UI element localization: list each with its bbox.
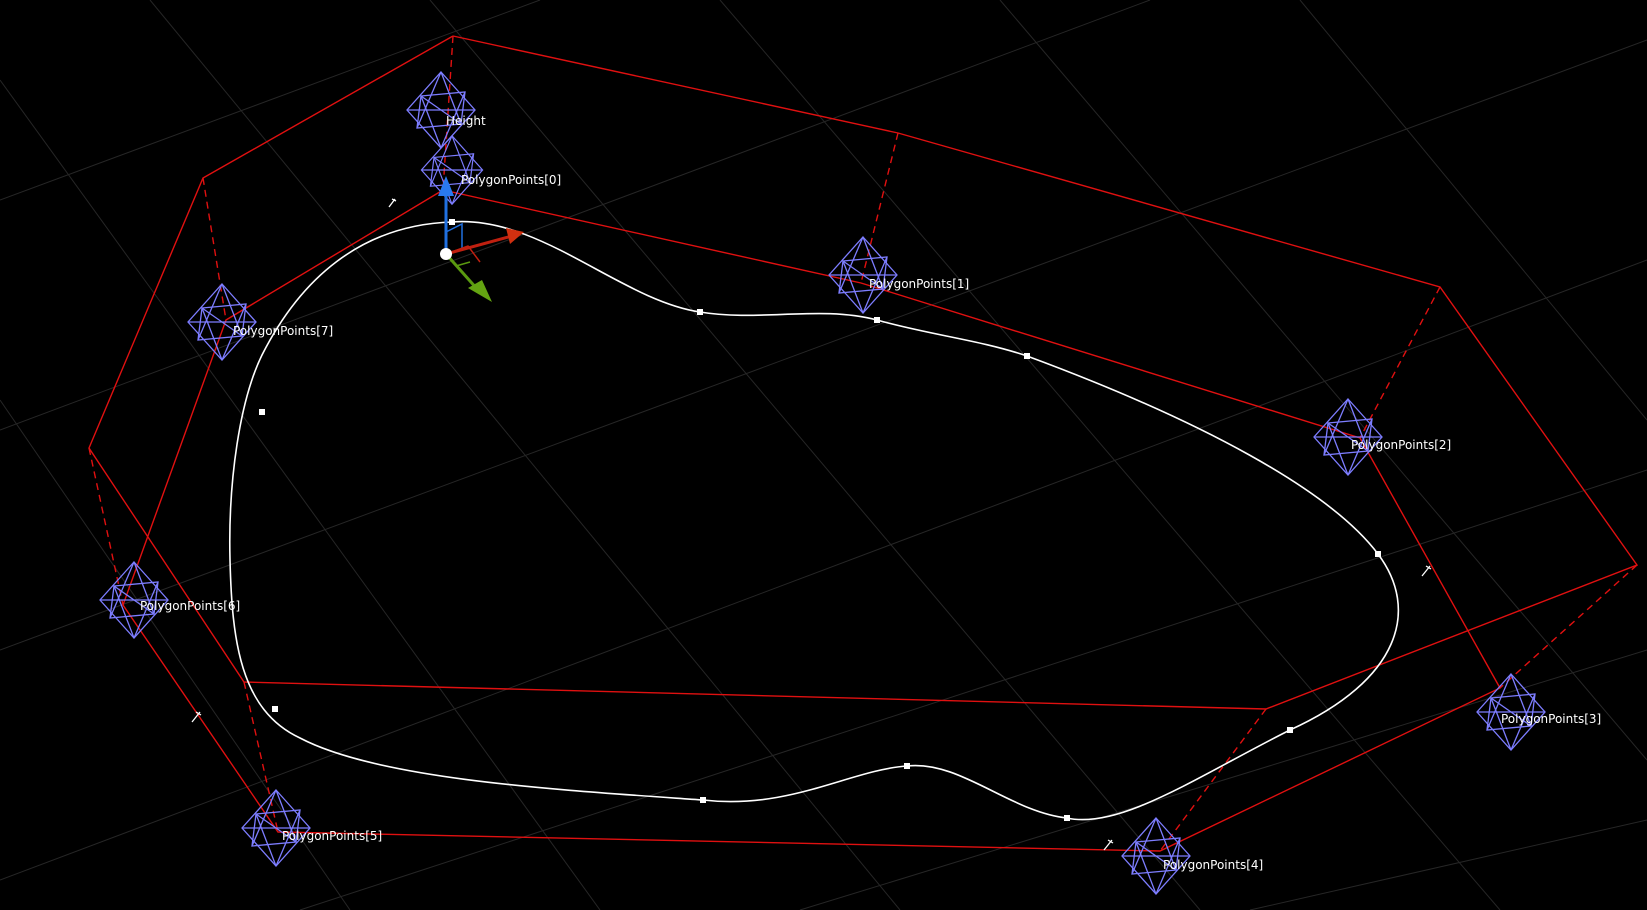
handle-polygon-point-4-label: PolygonPoints[4]	[1163, 858, 1263, 872]
spline-point[interactable]	[259, 409, 265, 415]
spline-point[interactable]	[449, 219, 455, 225]
handle-polygon-point-1-label: PolygonPoints[1]	[869, 277, 969, 291]
pin-icon	[1103, 839, 1114, 851]
handle-polygon-point-7[interactable]: PolygonPoints[7]	[187, 283, 333, 361]
spline-point[interactable]	[700, 797, 706, 803]
handle-polygon-point-2[interactable]: PolygonPoints[2]	[1313, 398, 1451, 476]
handle-height[interactable]: Height	[406, 71, 486, 149]
handle-polygon-point-2-label: PolygonPoints[2]	[1351, 438, 1451, 452]
octahedron-handle-icon[interactable]	[828, 236, 898, 314]
octahedron-handle-icon[interactable]	[406, 71, 476, 149]
ground-grid	[0, 0, 1647, 910]
handle-polygon-point-7-label: PolygonPoints[7]	[233, 324, 333, 338]
spline-point[interactable]	[874, 317, 880, 323]
viewport-scene[interactable]: Height PolygonPoints[0] PolygonPoints[1]…	[0, 0, 1647, 910]
handle-polygon-point-6-label: PolygonPoints[6]	[140, 599, 240, 613]
volume-top-outline	[88, 35, 1639, 710]
handle-polygon-point-0-label: PolygonPoints[0]	[461, 173, 561, 187]
pin-icon	[1421, 565, 1432, 577]
spline-point[interactable]	[697, 309, 703, 315]
gizmo-x-arrow[interactable]	[506, 228, 524, 244]
pin-icon	[388, 198, 397, 208]
handle-polygon-point-6[interactable]: PolygonPoints[6]	[99, 561, 240, 639]
handle-polygon-point-1[interactable]: PolygonPoints[1]	[828, 236, 969, 314]
level-viewport[interactable]: Height PolygonPoints[0] PolygonPoints[1]…	[0, 0, 1647, 910]
handle-height-label: Height	[446, 114, 486, 128]
translate-gizmo-icon[interactable]	[438, 176, 524, 302]
spline-path[interactable]	[228, 220, 1400, 821]
spline-point[interactable]	[904, 763, 910, 769]
spline-point[interactable]	[1287, 727, 1293, 733]
octahedron-handle-icon[interactable]	[1313, 398, 1383, 476]
spline-point[interactable]	[1024, 353, 1030, 359]
spline-point[interactable]	[1064, 815, 1070, 821]
handle-polygon-point-4[interactable]: PolygonPoints[4]	[1121, 817, 1263, 895]
octahedron-handle-icon[interactable]	[187, 283, 257, 361]
handle-polygon-point-3[interactable]: PolygonPoints[3]	[1476, 673, 1601, 751]
spline-points[interactable]	[259, 219, 1381, 821]
handle-polygon-point-3-label: PolygonPoints[3]	[1501, 712, 1601, 726]
gizmo-z-arrow[interactable]	[438, 176, 454, 196]
spline-point[interactable]	[272, 706, 278, 712]
volume-bottom-outline	[122, 189, 1501, 852]
gizmo-pivot[interactable]	[440, 248, 452, 260]
handle-polygon-point-5-label: PolygonPoints[5]	[282, 829, 382, 843]
spline-point[interactable]	[1375, 551, 1381, 557]
